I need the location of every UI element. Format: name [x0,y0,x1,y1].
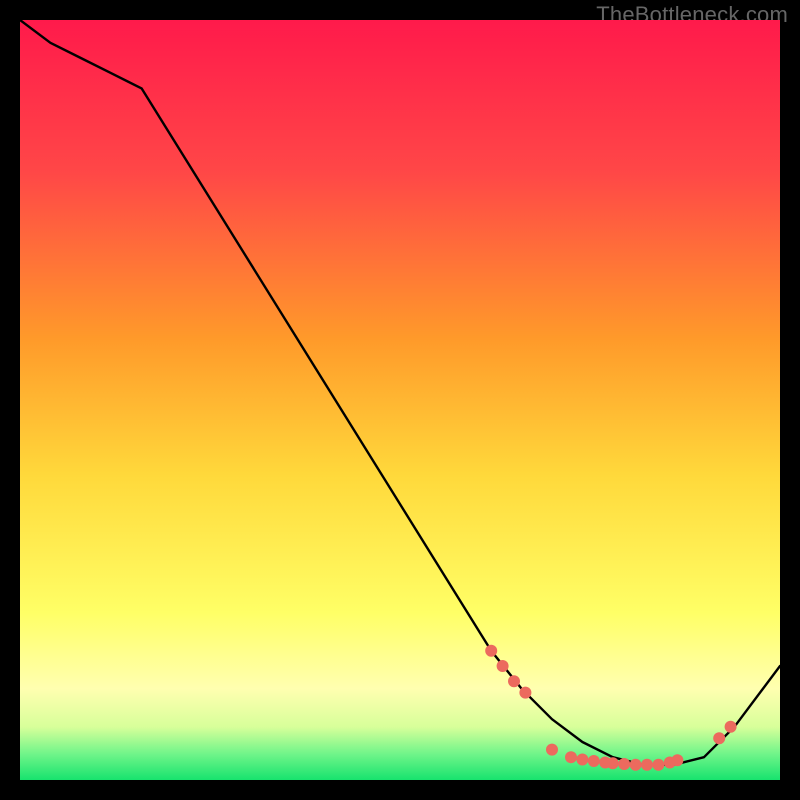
marker-point [576,753,588,765]
marker-point [485,645,497,657]
marker-point [546,744,558,756]
marker-point [565,751,577,763]
bottleneck-chart [20,20,780,780]
plot-area [20,20,780,780]
marker-point [671,754,683,766]
marker-point [713,732,725,744]
marker-point [588,755,600,767]
marker-point [641,759,653,771]
marker-point [508,675,520,687]
marker-point [652,759,664,771]
gradient-background [20,20,780,780]
marker-point [607,757,619,769]
marker-point [618,758,630,770]
marker-point [630,759,642,771]
marker-point [725,721,737,733]
chart-stage: TheBottleneck.com [0,0,800,800]
marker-point [497,660,509,672]
marker-point [519,687,531,699]
